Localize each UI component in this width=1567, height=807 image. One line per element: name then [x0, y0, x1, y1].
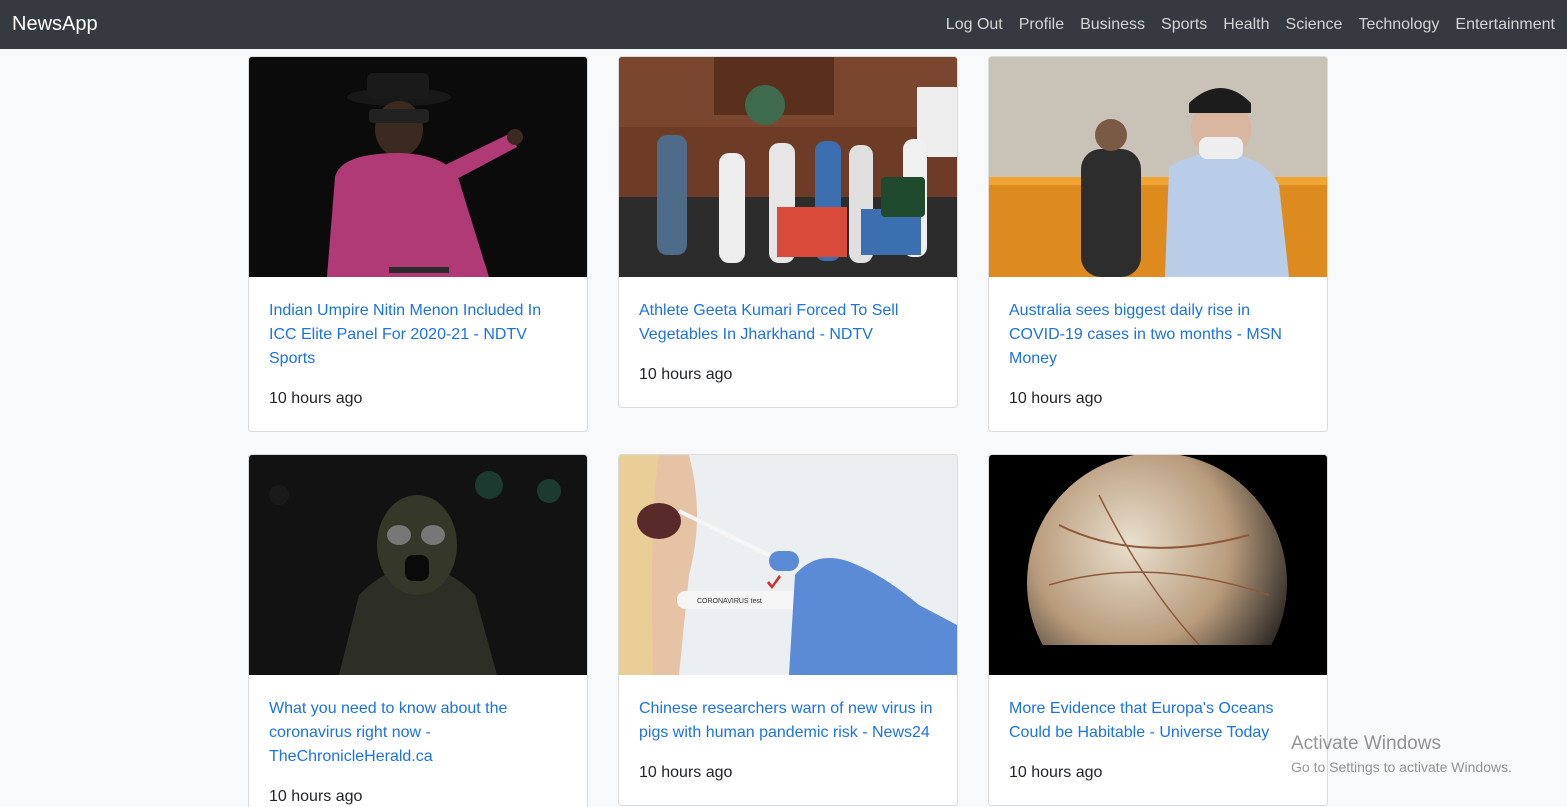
card-body: Australia sees biggest daily rise in COV…	[989, 277, 1327, 431]
article-time: 10 hours ago	[639, 366, 733, 383]
nav-entertainment[interactable]: Entertainment	[1455, 16, 1555, 34]
activate-windows-watermark: Activate Windows Go to Settings to activ…	[1291, 733, 1512, 775]
card-body: More Evidence that Europa's Oceans Could…	[989, 675, 1327, 805]
brand-logo[interactable]: NewsApp	[12, 13, 98, 36]
image-caption: CORONAVIRUS test	[697, 598, 762, 605]
article-time: 10 hours ago	[1009, 764, 1103, 781]
nav-profile[interactable]: Profile	[1019, 16, 1064, 34]
card-body: Athlete Geeta Kumari Forced To Sell Vege…	[619, 277, 957, 407]
article-title-link[interactable]: Indian Umpire Nitin Menon Included In IC…	[269, 299, 567, 371]
watermark-title: Activate Windows	[1291, 733, 1441, 754]
news-card: Indian Umpire Nitin Menon Included In IC…	[248, 56, 588, 432]
news-card: Australia sees biggest daily rise in COV…	[988, 56, 1328, 432]
news-card: Athlete Geeta Kumari Forced To Sell Vege…	[618, 56, 958, 408]
article-image[interactable]	[989, 57, 1327, 277]
article-title-link[interactable]: What you need to know about the coronavi…	[269, 697, 567, 769]
article-title-link[interactable]: Athlete Geeta Kumari Forced To Sell Vege…	[639, 299, 937, 347]
card-body: Chinese researchers warn of new virus in…	[619, 675, 957, 805]
nav-logout[interactable]: Log Out	[946, 16, 1003, 34]
article-image[interactable]	[249, 455, 587, 675]
article-time: 10 hours ago	[639, 764, 733, 781]
article-time: 10 hours ago	[1009, 390, 1103, 407]
watermark-subtitle: Go to Settings to activate Windows.	[1291, 759, 1512, 775]
article-title-link[interactable]: Chinese researchers warn of new virus in…	[639, 697, 937, 745]
card-body: Indian Umpire Nitin Menon Included In IC…	[249, 277, 587, 431]
nav-sports[interactable]: Sports	[1161, 16, 1207, 34]
article-image[interactable]	[989, 455, 1327, 675]
nav-health[interactable]: Health	[1223, 16, 1269, 34]
card-body: What you need to know about the coronavi…	[249, 675, 587, 807]
top-navbar: NewsApp Log Out Profile Business Sports …	[0, 0, 1567, 49]
nav-business[interactable]: Business	[1080, 16, 1145, 34]
news-card: What you need to know about the coronavi…	[248, 454, 588, 807]
article-title-link[interactable]: Australia sees biggest daily rise in COV…	[1009, 299, 1307, 371]
article-time: 10 hours ago	[269, 390, 363, 407]
news-card: More Evidence that Europa's Oceans Could…	[988, 454, 1328, 806]
nav-links: Log Out Profile Business Sports Health S…	[930, 16, 1555, 34]
article-title-link[interactable]: More Evidence that Europa's Oceans Could…	[1009, 697, 1307, 745]
news-card: CORONAVIRUS test Chinese researchers war…	[618, 454, 958, 806]
article-image[interactable]: CORONAVIRUS test	[619, 455, 957, 675]
article-image[interactable]	[249, 57, 587, 277]
nav-science[interactable]: Science	[1286, 16, 1343, 34]
article-time: 10 hours ago	[269, 788, 363, 805]
nav-technology[interactable]: Technology	[1358, 16, 1439, 34]
article-image[interactable]	[619, 57, 957, 277]
